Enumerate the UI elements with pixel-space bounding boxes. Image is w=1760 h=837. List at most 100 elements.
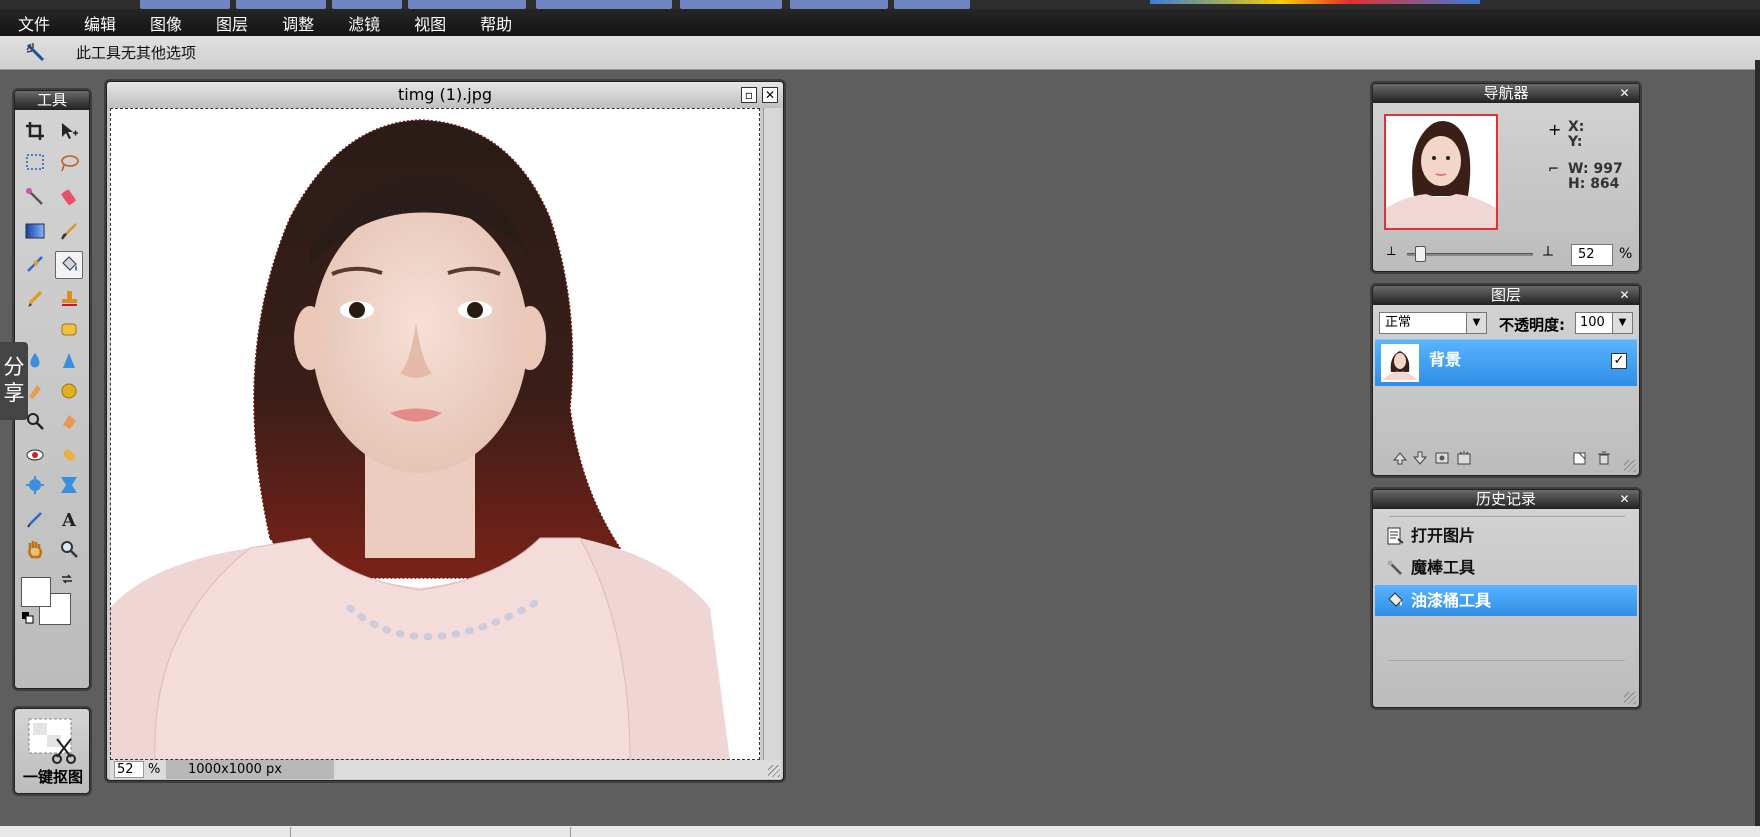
marquee-tool-icon[interactable] — [21, 149, 49, 177]
layers-resize-grip[interactable] — [1624, 460, 1636, 472]
layer-row[interactable]: 背景 ✓ — [1375, 339, 1637, 386]
new-layer-icon[interactable] — [1571, 449, 1589, 467]
top-tab[interactable] — [408, 0, 526, 9]
toolbox-title: 工具 — [15, 91, 89, 110]
history-item-magic-wand[interactable]: 魔棒工具 — [1375, 552, 1637, 583]
right-edge — [1755, 60, 1760, 826]
zoom-input[interactable]: 52 — [114, 761, 144, 778]
selection-size-icon: ⌐ — [1548, 162, 1559, 177]
menu-filter[interactable]: 滤镜 — [348, 11, 380, 35]
menu-view[interactable]: 视图 — [414, 11, 446, 35]
burn-tool-icon[interactable] — [55, 407, 83, 435]
history-separator — [1389, 516, 1625, 517]
open-image-icon — [1385, 526, 1405, 546]
layer-visibility-checkbox[interactable]: ✓ — [1611, 353, 1627, 369]
color-picker-tool-icon[interactable] — [21, 505, 49, 533]
history-resize-grip[interactable] — [1624, 692, 1636, 704]
vertical-scrollbar[interactable] — [763, 108, 781, 760]
crop-tool-icon[interactable] — [21, 117, 49, 145]
bloat-tool-icon[interactable] — [21, 471, 49, 499]
layer-name: 背景 — [1429, 350, 1462, 369]
patch-tool-icon[interactable] — [55, 315, 83, 343]
top-tab[interactable] — [140, 0, 230, 9]
menu-adjust[interactable]: 调整 — [282, 11, 314, 35]
magic-wand-icon — [1385, 558, 1405, 578]
blend-mode-select[interactable]: 正常 ▼ — [1379, 312, 1487, 334]
opacity-select[interactable]: 100 ▼ — [1575, 312, 1633, 334]
portrait-thumbnail — [1386, 116, 1496, 228]
spot-heal-tool-icon[interactable] — [55, 441, 83, 469]
top-tab[interactable] — [790, 0, 888, 9]
lasso-tool-icon[interactable] — [55, 149, 83, 177]
zoom-in-icon[interactable]: ⟂ — [1543, 242, 1553, 260]
brush-tool-icon[interactable] — [55, 217, 83, 245]
paint-bucket-tool-icon[interactable] — [55, 251, 83, 279]
bottom-divider — [570, 827, 571, 837]
document-title-bar[interactable]: timg (1).jpg ▫ ✕ — [107, 82, 783, 108]
history-item-open-image[interactable]: 打开图片 — [1375, 520, 1637, 551]
y-label: Y: — [1568, 134, 1583, 150]
pencil-tool-icon[interactable] — [21, 285, 49, 313]
history-item-label: 油漆桶工具 — [1411, 591, 1492, 610]
swap-colors-icon[interactable] — [59, 571, 75, 587]
share-tab[interactable]: 分享 — [0, 342, 28, 420]
close-document-button[interactable]: ✕ — [762, 87, 778, 103]
history-separator — [1389, 660, 1625, 661]
navigator-info: X: Y: W: 997 H: 864 — [1568, 120, 1623, 192]
top-tab[interactable] — [236, 0, 326, 9]
stamp-tool-icon[interactable] — [55, 285, 83, 313]
document-resize-grip[interactable] — [768, 765, 780, 777]
move-layer-up-icon[interactable] — [1391, 449, 1409, 467]
chevron-down-icon: ▼ — [1466, 313, 1486, 333]
close-icon[interactable]: ✕ — [1618, 493, 1631, 506]
hand-tool-icon[interactable] — [21, 535, 49, 563]
one-click-cutout-panel[interactable]: 一键抠图 — [14, 708, 90, 794]
menu-help[interactable]: 帮助 — [480, 11, 512, 35]
magic-wand-tool-icon[interactable] — [21, 183, 49, 211]
move-layer-down-icon[interactable] — [1411, 449, 1429, 467]
sharpen-tool-icon[interactable] — [55, 347, 83, 375]
move-tool-icon[interactable] — [55, 117, 83, 145]
zoom-slider-handle[interactable] — [1415, 246, 1426, 262]
history-item-paint-bucket[interactable]: 油漆桶工具 — [1375, 585, 1637, 616]
text-tool-icon[interactable]: A — [55, 505, 83, 533]
history-title: 历史记录 ✕ — [1373, 490, 1639, 509]
options-text: 此工具无其他选项 — [76, 44, 197, 62]
eraser-tool-icon[interactable] — [55, 183, 83, 211]
gradient-tool-icon[interactable] — [21, 217, 49, 245]
height-label: H: 864 — [1568, 176, 1620, 192]
layers-panel: 图层 ✕ 正常 ▼ 不透明度: 100 ▼ 背景 ✓ — [1372, 285, 1640, 476]
document-window: timg (1).jpg ▫ ✕ 52 % 1000x1000 px — [106, 81, 784, 781]
top-tab[interactable] — [536, 0, 672, 9]
foreground-color-swatch[interactable] — [21, 577, 51, 607]
history-panel: 历史记录 ✕ 打开图片 魔棒工具 油漆桶工具 — [1372, 489, 1640, 708]
layer-settings-icon[interactable] — [1433, 449, 1451, 467]
image-canvas[interactable] — [110, 108, 760, 760]
zoom-out-icon[interactable]: ⟂ — [1387, 244, 1396, 259]
clone-tool-icon[interactable] — [21, 251, 49, 279]
sponge-tool-icon[interactable] — [55, 377, 83, 405]
layer-thumbnail — [1381, 344, 1419, 382]
menu-edit[interactable]: 编辑 — [84, 11, 116, 35]
menu-image[interactable]: 图像 — [150, 11, 182, 35]
top-tab[interactable] — [894, 0, 970, 9]
default-colors-icon[interactable] — [21, 611, 35, 625]
close-icon[interactable]: ✕ — [1618, 87, 1631, 100]
menu-file[interactable]: 文件 — [18, 11, 50, 35]
navigator-thumbnail[interactable] — [1384, 114, 1498, 230]
top-tab[interactable] — [680, 0, 782, 9]
red-eye-tool-icon[interactable] — [21, 441, 49, 469]
layer-mask-icon[interactable] — [1455, 449, 1473, 467]
portrait-photo — [110, 108, 760, 760]
pinch-tool-icon[interactable] — [55, 471, 83, 499]
navigator-zoom-input[interactable]: 52 — [1571, 244, 1613, 266]
opacity-label: 不透明度: — [1499, 316, 1565, 334]
top-tab[interactable] — [332, 0, 402, 9]
zoom-tool-icon[interactable] — [55, 535, 83, 563]
delete-layer-icon[interactable] — [1595, 449, 1613, 467]
width-label: W: 997 — [1568, 161, 1623, 177]
zoom-unit: % — [148, 762, 161, 777]
menu-layer[interactable]: 图层 — [216, 11, 248, 35]
maximize-button[interactable]: ▫ — [741, 87, 757, 103]
close-icon[interactable]: ✕ — [1618, 289, 1631, 302]
